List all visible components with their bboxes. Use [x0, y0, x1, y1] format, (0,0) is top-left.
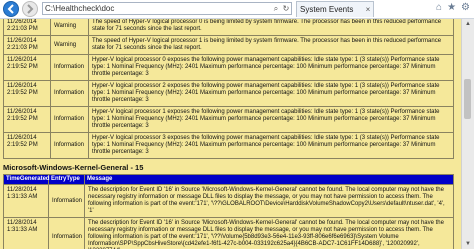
message-cell: The description for Event ID '16' in Sou…	[84, 184, 454, 218]
time-cell: 11/26/2014 2:19:52 PM	[3, 80, 51, 107]
message-cell: Hyper-V logical processor 3 exposes the …	[88, 132, 454, 159]
scroll-thumb[interactable]	[464, 79, 471, 119]
events-table-2: TimeGenerated EntryType Message 11/28/20…	[3, 174, 454, 249]
events-table-1: 11/26/2014 2:21:03 PM Warning The speed …	[3, 19, 454, 159]
type-cell: Warning	[50, 19, 89, 36]
time-cell: 11/26/2014 2:19:52 PM	[3, 132, 51, 159]
forward-button[interactable]	[22, 1, 38, 17]
header-message: Message	[84, 174, 454, 185]
table-row: 11/26/2014 2:21:03 PM Warning The speed …	[3, 35, 454, 55]
search-icon[interactable]: ⌕	[271, 4, 281, 14]
header-entry-type: EntryType	[48, 174, 85, 185]
type-cell: Information	[48, 184, 85, 218]
settings-icon[interactable]: ⚙	[461, 2, 470, 13]
table-row: 11/28/2014 1:31:33 AM Information The de…	[3, 184, 454, 218]
table-row: 11/28/2014 1:31:33 AM Information The de…	[3, 217, 454, 249]
message-cell: Hyper-V logical processor 2 exposes the …	[88, 80, 454, 107]
page-content: 11/26/2014 2:21:03 PM Warning The speed …	[0, 19, 474, 249]
message-cell: Hyper-V logical processor 0 exposes the …	[88, 54, 454, 81]
scroll-down-icon[interactable]: ▼	[462, 239, 474, 249]
type-cell: Information	[50, 80, 89, 107]
type-cell: Information	[50, 54, 89, 81]
header-time-generated: TimeGenerated	[3, 174, 50, 185]
time-cell: 11/26/2014 2:19:52 PM	[3, 106, 51, 133]
refresh-icon[interactable]: ↻	[281, 4, 291, 13]
forward-arrow-icon	[27, 4, 34, 14]
time-cell: 11/28/2014 1:31:33 AM	[3, 217, 49, 249]
table-row: 11/26/2014 2:19:52 PM Information Hyper-…	[3, 106, 454, 133]
table-row: 11/26/2014 2:19:52 PM Information Hyper-…	[3, 80, 454, 107]
favorites-icon[interactable]: ★	[447, 2, 456, 13]
table-row: 11/26/2014 2:19:52 PM Information Hyper-…	[3, 54, 454, 81]
browser-toolbar: C:\Healthcheck\doc ⌕ ↻ System Events × ⌂…	[0, 0, 474, 19]
message-cell: The speed of Hyper-V logical processor 0…	[88, 19, 454, 36]
table-header-row: TimeGenerated EntryType Message	[3, 174, 454, 185]
report-body: 11/26/2014 2:21:03 PM Warning The speed …	[3, 19, 462, 249]
time-cell: 11/26/2014 2:21:03 PM	[3, 35, 51, 55]
type-cell: Information	[48, 217, 85, 249]
message-cell: Hyper-V logical processor 1 exposes the …	[88, 106, 454, 133]
time-cell: 11/26/2014 2:21:03 PM	[3, 19, 51, 36]
time-cell: 11/28/2014 1:31:33 AM	[3, 184, 49, 218]
vertical-scrollbar[interactable]: ▲ ▼	[461, 19, 474, 249]
back-button[interactable]	[3, 1, 19, 17]
type-cell: Information	[50, 132, 89, 159]
back-arrow-icon	[7, 4, 14, 14]
tab-title: System Events	[300, 5, 354, 14]
address-url[interactable]: C:\Healthcheck\doc	[45, 4, 271, 13]
message-cell: The speed of Hyper-V logical processor 1…	[88, 35, 454, 55]
toolbar-icons: ⌂ ★ ⚙	[436, 2, 470, 13]
section-title: Microsoft-Windows-Kernel-General - 15	[3, 163, 144, 172]
type-cell: Information	[50, 106, 89, 133]
type-cell: Warning	[50, 35, 89, 55]
message-cell: The description for Event ID '16' in Sou…	[84, 217, 454, 249]
time-cell: 11/26/2014 2:19:52 PM	[3, 54, 51, 81]
tab-system-events[interactable]: System Events ×	[296, 1, 374, 17]
table-row: 11/26/2014 2:19:52 PM Information Hyper-…	[3, 132, 454, 159]
home-icon[interactable]: ⌂	[436, 2, 442, 13]
address-bar[interactable]: C:\Healthcheck\doc ⌕ ↻	[42, 2, 292, 15]
close-tab-icon[interactable]: ×	[363, 5, 373, 14]
table-row: 11/26/2014 2:21:03 PM Warning The speed …	[3, 19, 454, 36]
scroll-up-icon[interactable]: ▲	[462, 19, 474, 29]
